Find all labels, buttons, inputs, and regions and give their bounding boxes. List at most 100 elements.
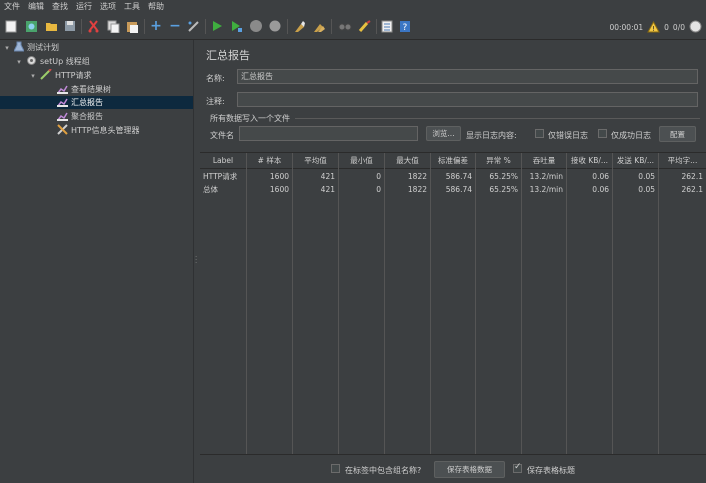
tree-toggle-icon[interactable]: ▾ — [15, 58, 23, 66]
search-binoculars-icon[interactable] — [338, 19, 352, 33]
table-cell: 262.1 — [681, 185, 703, 194]
stop-icon[interactable] — [249, 19, 263, 33]
column-header[interactable]: Label — [200, 153, 247, 169]
column-header[interactable]: 最大值 — [385, 153, 431, 169]
table-cell: 0 — [339, 170, 385, 183]
tree-node-view-results-tree[interactable]: 查看结果树 — [57, 83, 111, 96]
menu-run[interactable]: 运行 — [72, 0, 96, 14]
include-group-name-checkbox[interactable] — [331, 464, 340, 473]
status-indicator-icon — [689, 20, 702, 35]
templates-icon[interactable] — [24, 19, 38, 33]
help-icon[interactable]: ? — [398, 19, 412, 33]
save-table-header-checkbox[interactable] — [513, 462, 522, 473]
warning-count: 0 — [664, 23, 669, 32]
table-cell: 0.05 — [613, 183, 659, 196]
status-area: 00:00:01 ! 0 0/0 — [609, 20, 702, 35]
tree-node-http-request[interactable]: ▾ HTTP请求 — [29, 68, 92, 82]
menu-search[interactable]: 查找 — [48, 0, 72, 14]
chart-icon — [57, 97, 68, 109]
save-table-header-label: 保存表格标题 — [527, 466, 575, 475]
filename-input[interactable] — [239, 126, 418, 141]
comment-label: 注释: — [206, 97, 225, 106]
splitter-grip-icon[interactable]: · · · — [195, 254, 198, 267]
column-header[interactable]: 最小值 — [339, 153, 385, 169]
collapse-minus-icon[interactable]: − — [168, 19, 182, 33]
tree-node-label: 汇总报告 — [71, 98, 103, 107]
toggle-icon[interactable] — [186, 19, 200, 33]
start-no-pause-icon[interactable] — [229, 19, 243, 33]
tree-node-label: setUp 线程组 — [40, 57, 90, 66]
column-header[interactable]: 接收 KB/... — [567, 153, 613, 169]
column-header[interactable]: 平均值 — [293, 153, 339, 169]
comment-field[interactable] — [237, 92, 698, 107]
toolbar: + − ? 00:00:01 ! 0 0/0 — [0, 14, 706, 40]
tree-node-label: 聚合报告 — [71, 112, 103, 121]
errors-only-label: 仅错误日志 — [548, 131, 588, 140]
browse-button[interactable]: 浏览... — [426, 126, 461, 141]
clear-icon[interactable] — [292, 19, 306, 33]
column-header[interactable]: 标准偏差 — [431, 153, 476, 169]
save-table-data-button[interactable]: 保存表格数据 — [434, 461, 505, 478]
configure-button[interactable]: 配置 — [659, 126, 696, 142]
menu-tools[interactable]: 工具 — [120, 0, 144, 14]
table-cell: 586.74 — [431, 170, 476, 183]
tree-node-setup-thread-group[interactable]: ▾ setUp 线程组 — [15, 55, 90, 68]
table-cell: 1600 — [247, 170, 293, 183]
errors-only-checkbox[interactable] — [535, 129, 544, 138]
tree-node-aggregate-report[interactable]: 聚合报告 — [57, 110, 103, 123]
tree-node-label: HTTP信息头管理器 — [71, 126, 140, 135]
clear-all-icon[interactable] — [312, 19, 326, 33]
tree-node-label: HTTP请求 — [55, 71, 92, 80]
table-cell: 总体 — [200, 183, 247, 196]
paste-icon[interactable] — [125, 19, 139, 33]
tree-toggle-icon[interactable]: ▾ — [3, 44, 11, 52]
expand-plus-icon[interactable]: + — [149, 19, 163, 33]
table-cell: 0.06 — [567, 183, 613, 196]
elapsed-timer: 00:00:01 — [609, 23, 644, 32]
function-helper-icon[interactable] — [380, 19, 394, 33]
table-cell: 262.1 — [681, 172, 703, 181]
menu-file[interactable]: 文件 — [0, 0, 24, 14]
table-cell: 1822 — [385, 170, 431, 183]
tree-node-summary-report[interactable]: 汇总报告 — [0, 96, 193, 109]
table-cell: 13.2/min — [522, 183, 567, 196]
summary-table: Label # 样本 平均值 最小值 最大值 标准偏差 异常 % 吞吐量 接收 … — [200, 152, 706, 455]
copy-icon[interactable] — [106, 19, 120, 33]
menu-help[interactable]: 帮助 — [144, 0, 168, 14]
table-cell: 13.2/min — [522, 170, 567, 183]
tree-toggle-icon[interactable]: ▾ — [29, 72, 37, 80]
new-file-icon[interactable] — [4, 19, 18, 33]
success-only-checkbox[interactable] — [598, 129, 607, 138]
menu-options[interactable]: 选项 — [96, 0, 120, 14]
page-title: 汇总报告 — [206, 49, 250, 62]
summary-report-panel: 汇总报告 名称: 汇总报告 注释: 所有数据写入一个文件 文件名 浏览... 显… — [200, 40, 706, 483]
menu-edit[interactable]: 编辑 — [24, 0, 48, 14]
start-icon[interactable] — [210, 19, 224, 33]
name-field[interactable]: 汇总报告 — [237, 69, 698, 84]
table-row[interactable]: 总体 1600 421 0 1822 586.74 65.25% 13.2/mi… — [200, 183, 706, 196]
table-header: Label # 样本 平均值 最小值 最大值 标准偏差 异常 % 吞吐量 接收 … — [200, 153, 706, 169]
table-cell: 0 — [339, 183, 385, 196]
cut-icon[interactable] — [86, 19, 100, 33]
open-folder-icon[interactable] — [44, 19, 58, 33]
reset-search-icon[interactable] — [357, 19, 371, 33]
column-header[interactable]: # 样本 — [247, 153, 293, 169]
tree-node-label: 查看结果树 — [71, 85, 111, 94]
tree-node-header-manager[interactable]: HTTP信息头管理器 — [57, 124, 139, 137]
table-cell: 421 — [293, 170, 339, 183]
column-header[interactable]: 平均字... — [659, 153, 706, 169]
column-header[interactable]: 发送 KB/... — [613, 153, 659, 169]
table-row[interactable]: HTTP请求 1600 421 0 1822 586.74 65.25% 13.… — [200, 170, 706, 183]
group-divider — [295, 118, 700, 119]
menu-bar: 文件 编辑 查找 运行 选项 工具 帮助 — [0, 0, 706, 14]
column-header[interactable]: 吞吐量 — [522, 153, 567, 169]
column-header[interactable]: 异常 % — [476, 153, 522, 169]
save-icon[interactable] — [63, 19, 77, 33]
chart-icon — [57, 84, 68, 96]
warning-icon[interactable]: ! — [647, 20, 660, 35]
chart-icon — [57, 111, 68, 123]
shutdown-icon[interactable] — [268, 19, 282, 33]
bottom-bar: 在标签中包含组名称? 保存表格数据 保存表格标题 — [200, 454, 706, 483]
tools-icon — [57, 124, 68, 137]
tree-node-test-plan[interactable]: ▾ 测试计划 — [3, 41, 59, 54]
